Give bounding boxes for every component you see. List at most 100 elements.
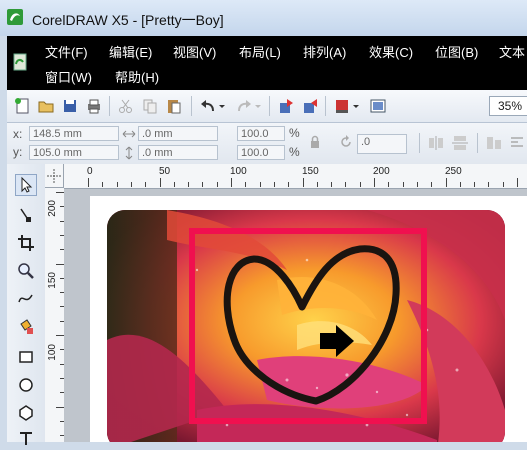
toolbar-separator [325,96,326,116]
ruler-tick [402,182,404,187]
undo-button[interactable] [197,95,219,117]
wrap-text-icon[interactable] [509,135,525,151]
cut-button[interactable] [115,95,137,117]
align-distribute-icon[interactable] [485,135,503,151]
ruler-label: 100 [230,166,247,177]
chevron-down-icon [353,105,359,108]
menu-file[interactable]: 文件(F) [45,42,88,61]
ruler-tick [502,182,504,187]
ruler-tick [273,182,275,187]
smart-fill-tool[interactable] [15,316,37,338]
ruler-tick [374,178,375,187]
text-tool[interactable] [15,428,37,450]
zoom-level-select[interactable]: 35% [489,96,527,116]
crop-icon [18,235,34,251]
menu-help[interactable]: 帮助(H) [115,67,159,86]
rotation-icon [341,135,351,147]
width-arrows-icon [122,130,136,138]
ruler-tick [116,182,118,187]
arrow-shape[interactable] [320,325,354,357]
ruler-tick [130,182,132,187]
ruler-tick [159,178,161,187]
undo-arrow-icon [201,100,214,112]
shape-tool[interactable] [15,204,37,226]
ruler-tick [316,182,318,187]
ellipse-tool[interactable] [15,374,37,396]
open-button[interactable] [35,95,57,117]
folder-open-icon [38,101,54,113]
ruler-tick [259,182,261,187]
rectangle-icon [19,351,33,363]
polygon-tool[interactable] [15,402,37,424]
scale-y-field[interactable]: 100.0 [237,145,285,160]
ruler-origin-corner[interactable] [45,164,64,188]
import-button[interactable] [275,95,297,117]
ruler-tick [188,182,190,187]
ruler-tick [145,182,147,187]
copy-icon [143,99,157,114]
paste-button[interactable] [163,95,185,117]
printer-icon [88,99,100,114]
scissors-icon [119,99,132,113]
undo-dropdown[interactable] [217,95,227,117]
menu-edit[interactable]: 编辑(E) [109,42,152,61]
mirror-horizontal-icon[interactable] [427,135,445,151]
menu-layout[interactable]: 布局(L) [239,42,281,61]
toolbar-separator [419,133,420,153]
ruler-tick [56,406,64,408]
freehand-tool[interactable] [15,288,37,310]
menu-bitmaps[interactable]: 位图(B) [435,42,478,61]
redo-dropdown[interactable] [253,95,263,117]
horizontal-ruler[interactable]: 0 50 100 150 200 250 [64,164,527,189]
crosshair-icon [47,169,61,183]
rectangle-tool[interactable] [15,346,37,368]
ruler-tick [331,182,333,187]
mirror-vertical-icon[interactable] [451,135,469,151]
y-position-field[interactable]: 105.0 mm [29,145,119,160]
rotation-angle-field[interactable]: .0 [357,134,407,154]
welcome-screen-button[interactable] [367,95,389,117]
ruler-tick [56,335,64,336]
pick-tool[interactable] [15,174,37,196]
floppy-disk-icon [64,100,76,112]
toolbar-separator [269,96,270,116]
coreldraw-app-icon[interactable] [6,8,24,26]
ruler-tick [88,178,89,187]
menu-effects[interactable]: 效果(C) [369,42,413,61]
heart-drawing[interactable] [223,245,400,405]
menu-text[interactable]: 文本 [499,42,525,61]
shape-node-icon [20,208,31,222]
overlay-layer [189,228,427,424]
percent-x-label: % [289,126,300,140]
application-launcher-button[interactable] [331,95,353,117]
drawing-canvas[interactable] [64,189,527,442]
ruler-label: 150 [47,272,58,289]
document-icon[interactable] [11,53,29,71]
ruler-tick [173,182,175,187]
copy-button[interactable] [139,95,161,117]
ruler-label: 250 [445,166,462,177]
new-document-icon [15,98,29,114]
menu-arrange[interactable]: 排列(A) [303,42,346,61]
export-button[interactable] [299,95,321,117]
x-position-field[interactable]: 148.5 mm [29,126,119,141]
scale-x-field[interactable]: 100.0 [237,126,285,141]
launcher-dropdown[interactable] [351,95,361,117]
menu-view[interactable]: 视图(V) [173,42,216,61]
ruler-tick [474,182,476,187]
height-field[interactable]: .0 mm [138,145,218,160]
new-button[interactable] [11,95,33,117]
freehand-curve-icon [18,294,33,303]
ruler-tick [416,182,418,187]
menu-window[interactable]: 窗口(W) [45,67,92,86]
ruler-label: 150 [302,166,319,177]
crop-tool[interactable] [15,232,37,254]
vertical-ruler[interactable]: 200 150 100 [45,188,65,442]
print-button[interactable] [83,95,105,117]
save-button[interactable] [59,95,81,117]
ruler-tick [517,178,518,187]
width-field[interactable]: .0 mm [138,126,218,141]
zoom-tool[interactable] [15,260,37,282]
lock-ratio-icon[interactable] [309,135,321,149]
redo-button[interactable] [233,95,255,117]
